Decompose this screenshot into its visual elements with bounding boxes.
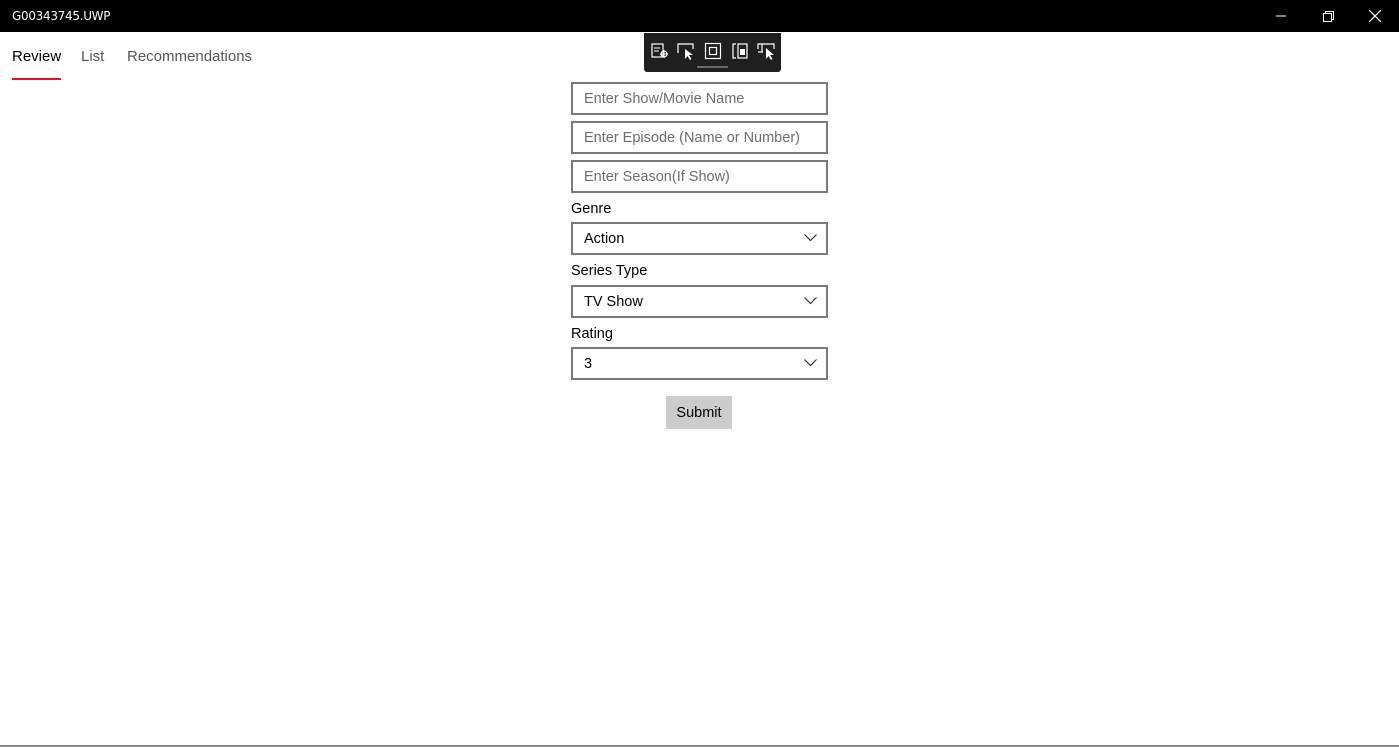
tab-review[interactable]: Review bbox=[12, 48, 62, 80]
submit-button[interactable]: Submit bbox=[666, 396, 732, 429]
toolbar-grip[interactable] bbox=[697, 66, 728, 68]
tab-list[interactable]: List bbox=[81, 48, 104, 80]
rating-selected-value: 3 bbox=[584, 355, 593, 372]
show-name-input[interactable] bbox=[571, 82, 828, 115]
genre-label: Genre bbox=[571, 201, 612, 217]
series-type-selected-value: TV Show bbox=[584, 293, 643, 310]
episode-input[interactable] bbox=[571, 121, 828, 154]
genre-selected-value: Action bbox=[584, 230, 625, 247]
track-focus-icon[interactable] bbox=[730, 41, 750, 61]
minimize-icon bbox=[1276, 15, 1286, 17]
display-layout-adorners-icon[interactable] bbox=[703, 41, 723, 61]
chevron-down-icon bbox=[804, 359, 817, 367]
rating-dropdown[interactable]: 3 bbox=[571, 347, 828, 380]
minimize-button[interactable] bbox=[1258, 0, 1304, 32]
xaml-debug-toolbar bbox=[644, 33, 781, 72]
genre-dropdown[interactable]: Action bbox=[571, 222, 828, 255]
restore-button[interactable] bbox=[1305, 0, 1351, 32]
close-button[interactable] bbox=[1352, 0, 1398, 32]
series-type-label: Series Type bbox=[571, 263, 648, 279]
title-bar: G00343745.UWP bbox=[0, 0, 1399, 32]
window-title: G00343745.UWP bbox=[12, 9, 111, 23]
hot-reload-icon[interactable] bbox=[756, 41, 776, 61]
restore-icon bbox=[1322, 10, 1334, 22]
series-type-dropdown[interactable]: TV Show bbox=[571, 285, 828, 318]
close-icon bbox=[1369, 10, 1381, 22]
live-visual-tree-icon[interactable] bbox=[650, 41, 670, 61]
chevron-down-icon bbox=[804, 297, 817, 305]
rating-label: Rating bbox=[571, 326, 613, 342]
chevron-down-icon bbox=[804, 234, 817, 242]
select-element-icon[interactable] bbox=[676, 41, 696, 61]
tab-recommendations[interactable]: Recommendations bbox=[127, 48, 252, 80]
season-input[interactable] bbox=[571, 160, 828, 193]
